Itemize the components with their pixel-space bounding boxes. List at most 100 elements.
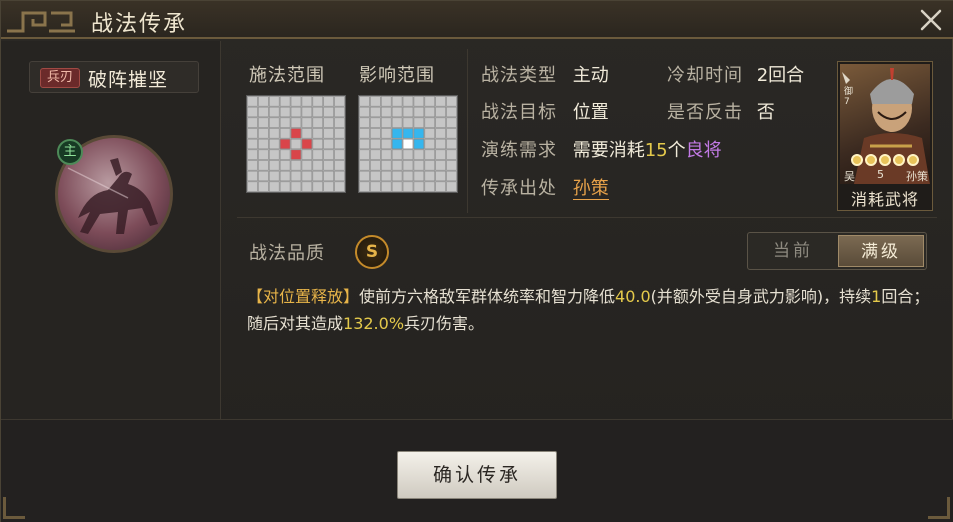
counter-label: 是否反击 xyxy=(667,102,743,123)
grid-cell xyxy=(290,106,302,118)
grid-cell xyxy=(290,96,302,107)
grid-cell xyxy=(312,160,324,171)
grid-cell xyxy=(402,96,414,107)
grid-cell xyxy=(380,160,392,171)
grid-cell xyxy=(380,117,392,128)
grid-cell xyxy=(359,128,370,139)
grid-cell xyxy=(424,170,436,182)
source-general-link[interactable]: 孙策 xyxy=(572,178,609,200)
grid-cell xyxy=(446,181,457,192)
grid-cell xyxy=(435,128,446,139)
grid-cell xyxy=(435,96,446,107)
grid-cell xyxy=(370,149,381,160)
grid-cell xyxy=(380,96,392,107)
grid-cell xyxy=(247,96,258,107)
grid-cell xyxy=(268,138,280,150)
toggle-max-button[interactable]: 满级 xyxy=(838,235,924,267)
star-icon xyxy=(893,154,905,166)
grid-cell xyxy=(370,96,381,107)
description-number: 40.0 xyxy=(615,287,651,306)
grid-cell xyxy=(435,170,446,182)
grid-cell xyxy=(359,106,370,118)
grid-cell xyxy=(258,181,269,192)
close-icon[interactable] xyxy=(918,7,944,33)
grid-cell xyxy=(380,138,392,150)
grid-cell xyxy=(424,106,436,118)
grid-cell xyxy=(247,117,258,128)
general-card[interactable]: 御 7 吴 5 孙策 消耗武将 xyxy=(837,61,933,211)
general-portrait: 御 7 吴 5 孙策 xyxy=(840,64,930,184)
grid-cell xyxy=(435,149,446,160)
skill-target-label: 战法目标 xyxy=(481,102,557,123)
grid-cell xyxy=(435,181,446,192)
grid-cell xyxy=(258,170,269,182)
grid-cell xyxy=(402,117,414,128)
grid-cell xyxy=(359,160,370,171)
grid-cell xyxy=(391,96,403,107)
grid-cell xyxy=(301,170,313,182)
toggle-current-button[interactable]: 当前 xyxy=(750,235,836,267)
grid-cell xyxy=(279,170,291,182)
star-icon xyxy=(879,154,891,166)
grid-cell xyxy=(312,170,324,182)
grid-cell xyxy=(323,160,334,171)
skill-description: 【对位置释放】使前方六格敌军群体统率和智力降低40.0(并额外受自身武力影响)，… xyxy=(247,283,937,337)
training-row: 演练需求 需要消耗15个良将 xyxy=(481,136,722,162)
general-cost: 5 xyxy=(877,168,884,181)
grid-cell xyxy=(391,149,403,160)
grid-cell xyxy=(323,181,334,192)
grid-cell xyxy=(391,181,403,192)
grid-cell xyxy=(312,106,324,118)
grid-cell xyxy=(424,160,436,171)
counter-row: 是否反击 否 xyxy=(667,98,775,124)
highlighted-grid-cell xyxy=(301,138,313,150)
grid-cell xyxy=(312,149,324,160)
grid-cell xyxy=(446,128,457,139)
description-text: 使前方六格敌军群体统率和智力降低 xyxy=(359,287,616,306)
divider xyxy=(237,217,937,218)
grid-cell xyxy=(268,117,280,128)
grid-cell xyxy=(446,117,457,128)
grid-cell xyxy=(290,170,302,182)
grid-cell xyxy=(413,149,425,160)
grid-cell xyxy=(380,128,392,139)
title-ornament-icon xyxy=(7,11,75,33)
grid-cell xyxy=(334,96,345,107)
level-toggle: 当前 满级 xyxy=(747,232,927,270)
grid-cell xyxy=(391,160,403,171)
grid-cell xyxy=(370,106,381,118)
description-number: 132.0% xyxy=(343,314,405,333)
highlighted-grid-cell xyxy=(391,138,403,150)
cast-range-label: 施法范围 xyxy=(249,65,325,86)
highlighted-grid-cell xyxy=(402,138,414,150)
confirm-inherit-button[interactable]: 确认传承 xyxy=(397,451,557,499)
grid-cell xyxy=(359,117,370,128)
grid-cell xyxy=(402,149,414,160)
grid-cell xyxy=(247,160,258,171)
effect-range-label: 影响范围 xyxy=(359,65,435,86)
grid-cell xyxy=(247,138,258,150)
grid-cell xyxy=(370,181,381,192)
grid-cell xyxy=(334,106,345,118)
grid-cell xyxy=(391,117,403,128)
grid-cell xyxy=(380,149,392,160)
general-faction: 吴 xyxy=(844,170,855,183)
grid-cell xyxy=(247,149,258,160)
skill-type-label: 战法类型 xyxy=(481,65,557,86)
training-grade-link[interactable]: 良将 xyxy=(686,140,722,161)
grid-cell xyxy=(370,160,381,171)
grid-cell xyxy=(301,128,313,139)
highlighted-grid-cell xyxy=(402,128,414,139)
star-icon xyxy=(851,154,863,166)
grid-cell xyxy=(334,170,345,182)
grid-cell xyxy=(435,106,446,118)
grid-cell xyxy=(323,170,334,182)
grid-cell xyxy=(424,117,436,128)
skill-name: 破阵摧坚 xyxy=(88,69,169,91)
skill-inherit-window: 战法传承 兵刃 破阵摧坚 主 施法范围 影响范围 战法类型 主动 冷却时间 2回… xyxy=(0,0,953,522)
grid-cell xyxy=(380,181,392,192)
description-text: 兵刃伤害。 xyxy=(404,314,485,333)
grid-cell xyxy=(268,149,280,160)
grid-cell xyxy=(413,106,425,118)
grid-cell xyxy=(413,117,425,128)
